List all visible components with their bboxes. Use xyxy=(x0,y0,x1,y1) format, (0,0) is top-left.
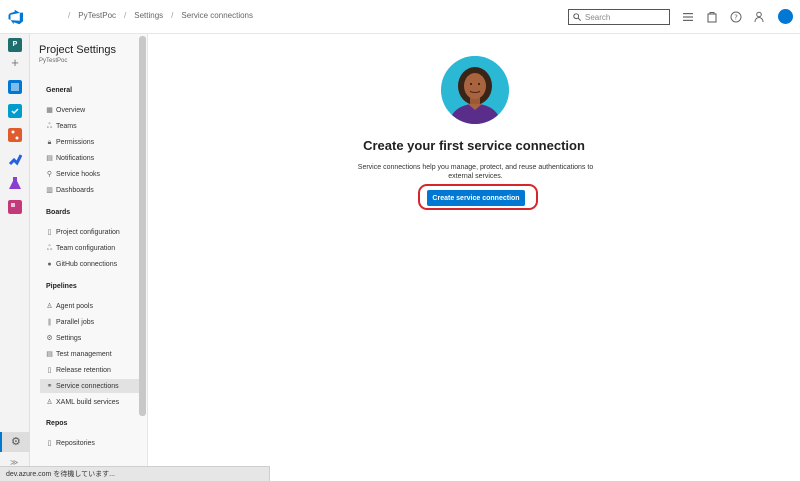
user-settings-icon[interactable] xyxy=(754,11,766,23)
create-service-connection-button[interactable]: Create service connection xyxy=(427,190,525,206)
breadcrumb-settings[interactable]: Settings xyxy=(134,11,163,20)
overview-nav-icon[interactable] xyxy=(8,80,22,94)
azure-devops-logo[interactable] xyxy=(8,9,24,25)
link-icon: ⚭ xyxy=(46,382,53,390)
breadcrumb-current[interactable]: Service connections xyxy=(181,11,253,20)
nav-item-team-configuration[interactable]: ஃ Team configuration xyxy=(40,241,140,255)
breadcrumb-project[interactable]: PyTestPoc xyxy=(78,11,116,20)
nav-scrollbar[interactable] xyxy=(139,36,146,416)
search-input[interactable]: Search xyxy=(568,9,670,25)
search-icon xyxy=(573,13,581,21)
gear-icon: ⚙ xyxy=(11,436,21,448)
nav-item-settings[interactable]: ⚙ Settings xyxy=(40,331,140,345)
project-avatar[interactable]: P xyxy=(8,38,22,52)
build-icon: ♙ xyxy=(46,398,53,406)
nav-item-test-management[interactable]: ▤ Test management xyxy=(40,347,140,361)
phone-icon: ▯ xyxy=(47,366,52,374)
search-placeholder: Search xyxy=(585,12,611,22)
section-repos: Repos xyxy=(46,420,68,427)
help-icon[interactable]: ? xyxy=(730,11,742,23)
nav-item-repositories[interactable]: ▯ Repositories xyxy=(40,436,140,450)
section-pipelines: Pipelines xyxy=(46,283,77,290)
nav-item-notifications[interactable]: ▤ Notifications xyxy=(40,151,140,165)
agent-icon: ♙ xyxy=(46,302,53,310)
nav-item-service-connections[interactable]: ⚭ Service connections xyxy=(40,379,140,393)
add-icon[interactable]: + xyxy=(8,56,22,70)
github-icon: ● xyxy=(47,260,52,268)
overview-icon: ▦ xyxy=(46,106,53,114)
repo-icon: ▯ xyxy=(47,439,52,447)
main-content: Create your first service connection Ser… xyxy=(148,34,800,481)
nav-item-overview[interactable]: ▦ Overview xyxy=(40,103,140,117)
document-icon: ▯ xyxy=(47,228,52,236)
nav-item-agent-pools[interactable]: ♙ Agent pools xyxy=(40,299,140,313)
nav-item-xaml-build-services[interactable]: ♙ XAML build services xyxy=(40,395,140,409)
list-settings-icon[interactable] xyxy=(682,11,694,23)
nav-item-release-retention[interactable]: ▯ Release retention xyxy=(40,363,140,377)
project-settings-button[interactable]: ⚙ xyxy=(0,432,30,452)
nav-item-parallel-jobs[interactable]: ∥ Parallel jobs xyxy=(40,315,140,329)
browser-status-bar: dev.azure.com を待機しています... xyxy=(0,466,270,481)
teams-icon: ஃ xyxy=(46,122,53,130)
test-plans-nav-icon[interactable] xyxy=(8,176,22,190)
user-avatar[interactable] xyxy=(778,9,793,24)
nav-item-github-connections[interactable]: ● GitHub connections xyxy=(40,257,140,271)
lock-icon: 🔒︎ xyxy=(47,138,52,146)
parallel-icon: ∥ xyxy=(47,318,52,326)
pipelines-nav-icon[interactable] xyxy=(8,152,22,166)
hook-icon: ⚲ xyxy=(46,170,53,178)
marketplace-bag-icon[interactable] xyxy=(706,11,718,23)
notification-icon: ▤ xyxy=(46,154,53,162)
nav-item-permissions[interactable]: 🔒︎ Permissions xyxy=(40,135,140,149)
artifacts-nav-icon[interactable] xyxy=(8,200,22,214)
breadcrumb: / PyTestPoc / Settings / Service connect… xyxy=(68,11,253,20)
person-illustration xyxy=(441,56,509,124)
settings-nav: Project Settings PyTestPoc General ▦ Over… xyxy=(30,34,148,481)
empty-state-description: Service connections help you manage, pro… xyxy=(357,164,594,180)
nav-item-service-hooks[interactable]: ⚲ Service hooks xyxy=(40,167,140,181)
gear-icon: ⚙ xyxy=(46,334,53,342)
empty-state-heading: Create your first service connection xyxy=(363,138,585,153)
section-boards: Boards xyxy=(46,209,71,216)
nav-item-project-configuration[interactable]: ▯ Project configuration xyxy=(40,225,140,239)
top-bar: / PyTestPoc / Settings / Service connect… xyxy=(0,0,800,34)
left-rail: P + ⚙ ≫ xyxy=(0,34,30,481)
test-icon: ▤ xyxy=(46,350,53,358)
boards-nav-icon[interactable] xyxy=(8,104,22,118)
nav-item-teams[interactable]: ஃ Teams xyxy=(40,119,140,133)
repos-nav-icon[interactable] xyxy=(8,128,22,142)
nav-project-name: PyTestPoc xyxy=(39,58,68,64)
nav-item-dashboards[interactable]: ▥ Dashboards xyxy=(40,183,140,197)
nav-title: Project Settings xyxy=(39,44,117,56)
svg-text:?: ? xyxy=(734,14,738,22)
section-general: General xyxy=(46,87,73,94)
dashboard-icon: ▥ xyxy=(46,186,53,194)
team-config-icon: ஃ xyxy=(46,244,53,252)
